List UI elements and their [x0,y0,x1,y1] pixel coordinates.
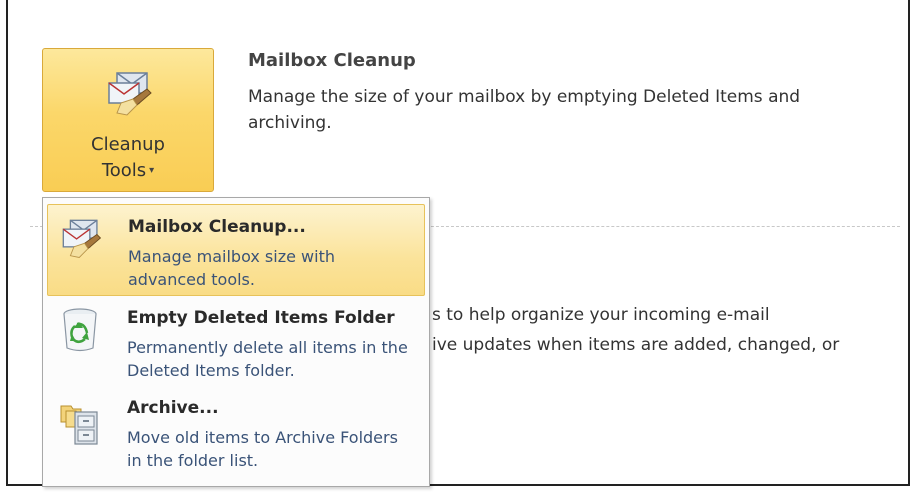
cleanup-tools-button[interactable]: Cleanup Tools ▾ [42,48,214,192]
mailbox-cleanup-icon [108,72,152,116]
menu-item-archive[interactable]: Archive... Move old items to Archive Fol… [47,396,425,482]
chevron-down-icon: ▾ [149,165,155,176]
cleanup-tools-menu: Mailbox Cleanup... Manage mailbox size w… [42,197,430,487]
menu-item-mailbox-cleanup[interactable]: Mailbox Cleanup... Manage mailbox size w… [47,204,425,296]
menu-item-description: Permanently delete all items in the Dele… [127,338,408,380]
menu-item-empty-deleted[interactable]: Empty Deleted Items Folder Permanently d… [47,300,425,392]
menu-item-description: Move old items to Archive Folders in the… [127,428,398,470]
section-description: Manage the size of your mailbox by empty… [248,87,801,133]
menu-item-title: Mailbox Cleanup... [128,217,306,237]
section-title: Mailbox Cleanup [248,50,416,71]
obscured-line-1: s to help organize your incoming e-mail [432,305,770,325]
obscured-line-2: ive updates when items are added, change… [432,335,840,355]
recycle-bin-icon [63,308,97,352]
menu-item-title: Archive... [127,398,219,418]
archive-cabinet-icon [60,405,98,445]
menu-item-description: Manage mailbox size with advanced tools. [128,247,335,289]
menu-item-title: Empty Deleted Items Folder [127,308,395,328]
obscured-section-text: s to help organize your incoming e-mail … [432,300,902,360]
cleanup-tools-label-line2: Tools ▾ [101,160,155,181]
mailbox-cleanup-icon [62,219,102,258]
cleanup-tools-label-line1: Cleanup [91,134,165,155]
